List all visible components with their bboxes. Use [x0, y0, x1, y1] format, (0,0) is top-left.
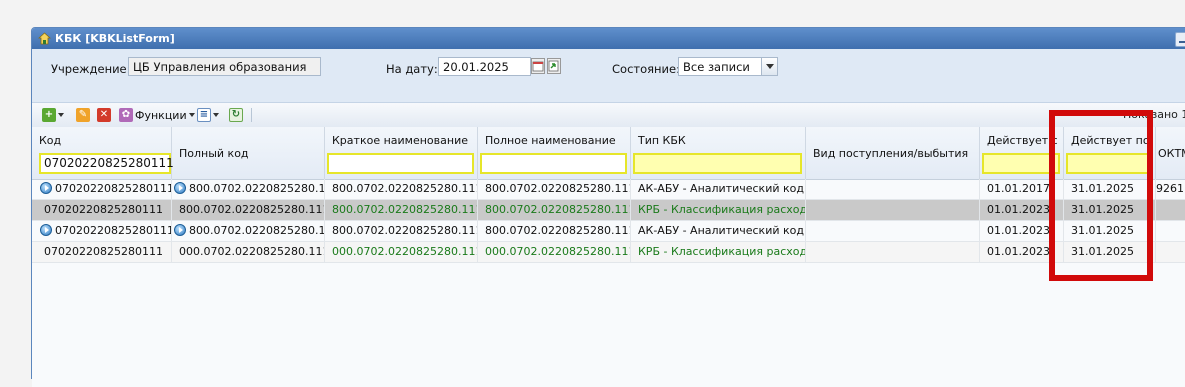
table-row[interactable]: 07020220825280111 800.0702.0220825280.1.…: [32, 179, 1185, 200]
column-header-full-name[interactable]: Полное наименование: [478, 127, 631, 179]
date-field[interactable]: 20.01.2025: [438, 57, 531, 76]
add-icon: +: [42, 108, 56, 122]
grid-header: Код 07020220825280111 Полный код Краткое…: [32, 127, 1185, 180]
list-icon: ≡: [197, 108, 211, 122]
state-select[interactable]: Все записи: [678, 57, 762, 76]
table-row[interactable]: 07020220825280111 800.0702.0220825280.11…: [32, 200, 1185, 221]
chevron-down-icon[interactable]: [761, 57, 778, 76]
play-icon[interactable]: [174, 182, 186, 194]
highlight-box-valid-to-column: [1049, 110, 1153, 281]
column-header-oktmo[interactable]: ОКТМ: [1156, 127, 1185, 179]
functions-menu[interactable]: ✿ Функции: [119, 107, 195, 123]
pencil-icon: ✎: [76, 108, 90, 122]
view-menu[interactable]: ≡: [197, 107, 219, 123]
column-header-kind[interactable]: Вид поступления/выбытия: [806, 127, 980, 179]
today-refresh-icon[interactable]: [547, 58, 561, 74]
window-titlebar[interactable]: КБК [KBKListForm]: [32, 28, 1185, 49]
play-icon[interactable]: [174, 224, 186, 236]
app-icon: [38, 32, 51, 45]
column-header-kbk-type[interactable]: Тип КБК: [631, 127, 806, 179]
code-filter-input[interactable]: 07020220825280111: [39, 153, 174, 174]
kbk-type-filter-input[interactable]: [633, 153, 802, 174]
close-icon: ✕: [97, 108, 111, 122]
table-row[interactable]: 07020220825280111 800.0702.0220825280.1.…: [32, 221, 1185, 242]
column-header-short-name[interactable]: Краткое наименование: [325, 127, 478, 179]
state-label: Состояние:: [612, 62, 680, 76]
gear-icon: ✿: [119, 108, 133, 122]
minimize-button[interactable]: [1175, 32, 1185, 47]
play-icon[interactable]: [40, 224, 52, 236]
short-name-filter-input[interactable]: [327, 153, 474, 174]
play-icon[interactable]: [40, 182, 52, 194]
grid-toolbar: + ✎ ✕ ✿ Функции ≡ ↻ Показано 1-: [32, 102, 1185, 128]
toolbar-separator: [251, 108, 252, 122]
kbk-grid: Код 07020220825280111 Полный код Краткое…: [32, 127, 1185, 387]
column-header-full-code[interactable]: Полный код: [172, 127, 325, 179]
refresh-button[interactable]: ↻: [229, 107, 243, 123]
kbk-list-window: КБК [KBKListForm] Учреждение: ЦБ Управле…: [31, 27, 1185, 387]
window-title: КБК [KBKListForm]: [55, 32, 175, 45]
delete-button[interactable]: ✕: [97, 107, 111, 123]
table-row[interactable]: 07020220825280111 000.0702.0220825280.11…: [32, 242, 1185, 263]
institution-label: Учреждение:: [51, 62, 131, 76]
edit-button[interactable]: ✎: [76, 107, 90, 123]
refresh-icon: ↻: [229, 108, 243, 122]
filter-bar: Учреждение: ЦБ Управления образования На…: [32, 49, 1185, 95]
calendar-icon[interactable]: [531, 58, 545, 74]
institution-field[interactable]: ЦБ Управления образования: [128, 57, 321, 76]
add-button[interactable]: +: [42, 107, 64, 123]
full-name-filter-input[interactable]: [480, 153, 627, 174]
date-label: На дату:: [386, 62, 438, 76]
functions-label: Функции: [135, 108, 187, 122]
column-header-code[interactable]: Код 07020220825280111: [32, 127, 174, 179]
